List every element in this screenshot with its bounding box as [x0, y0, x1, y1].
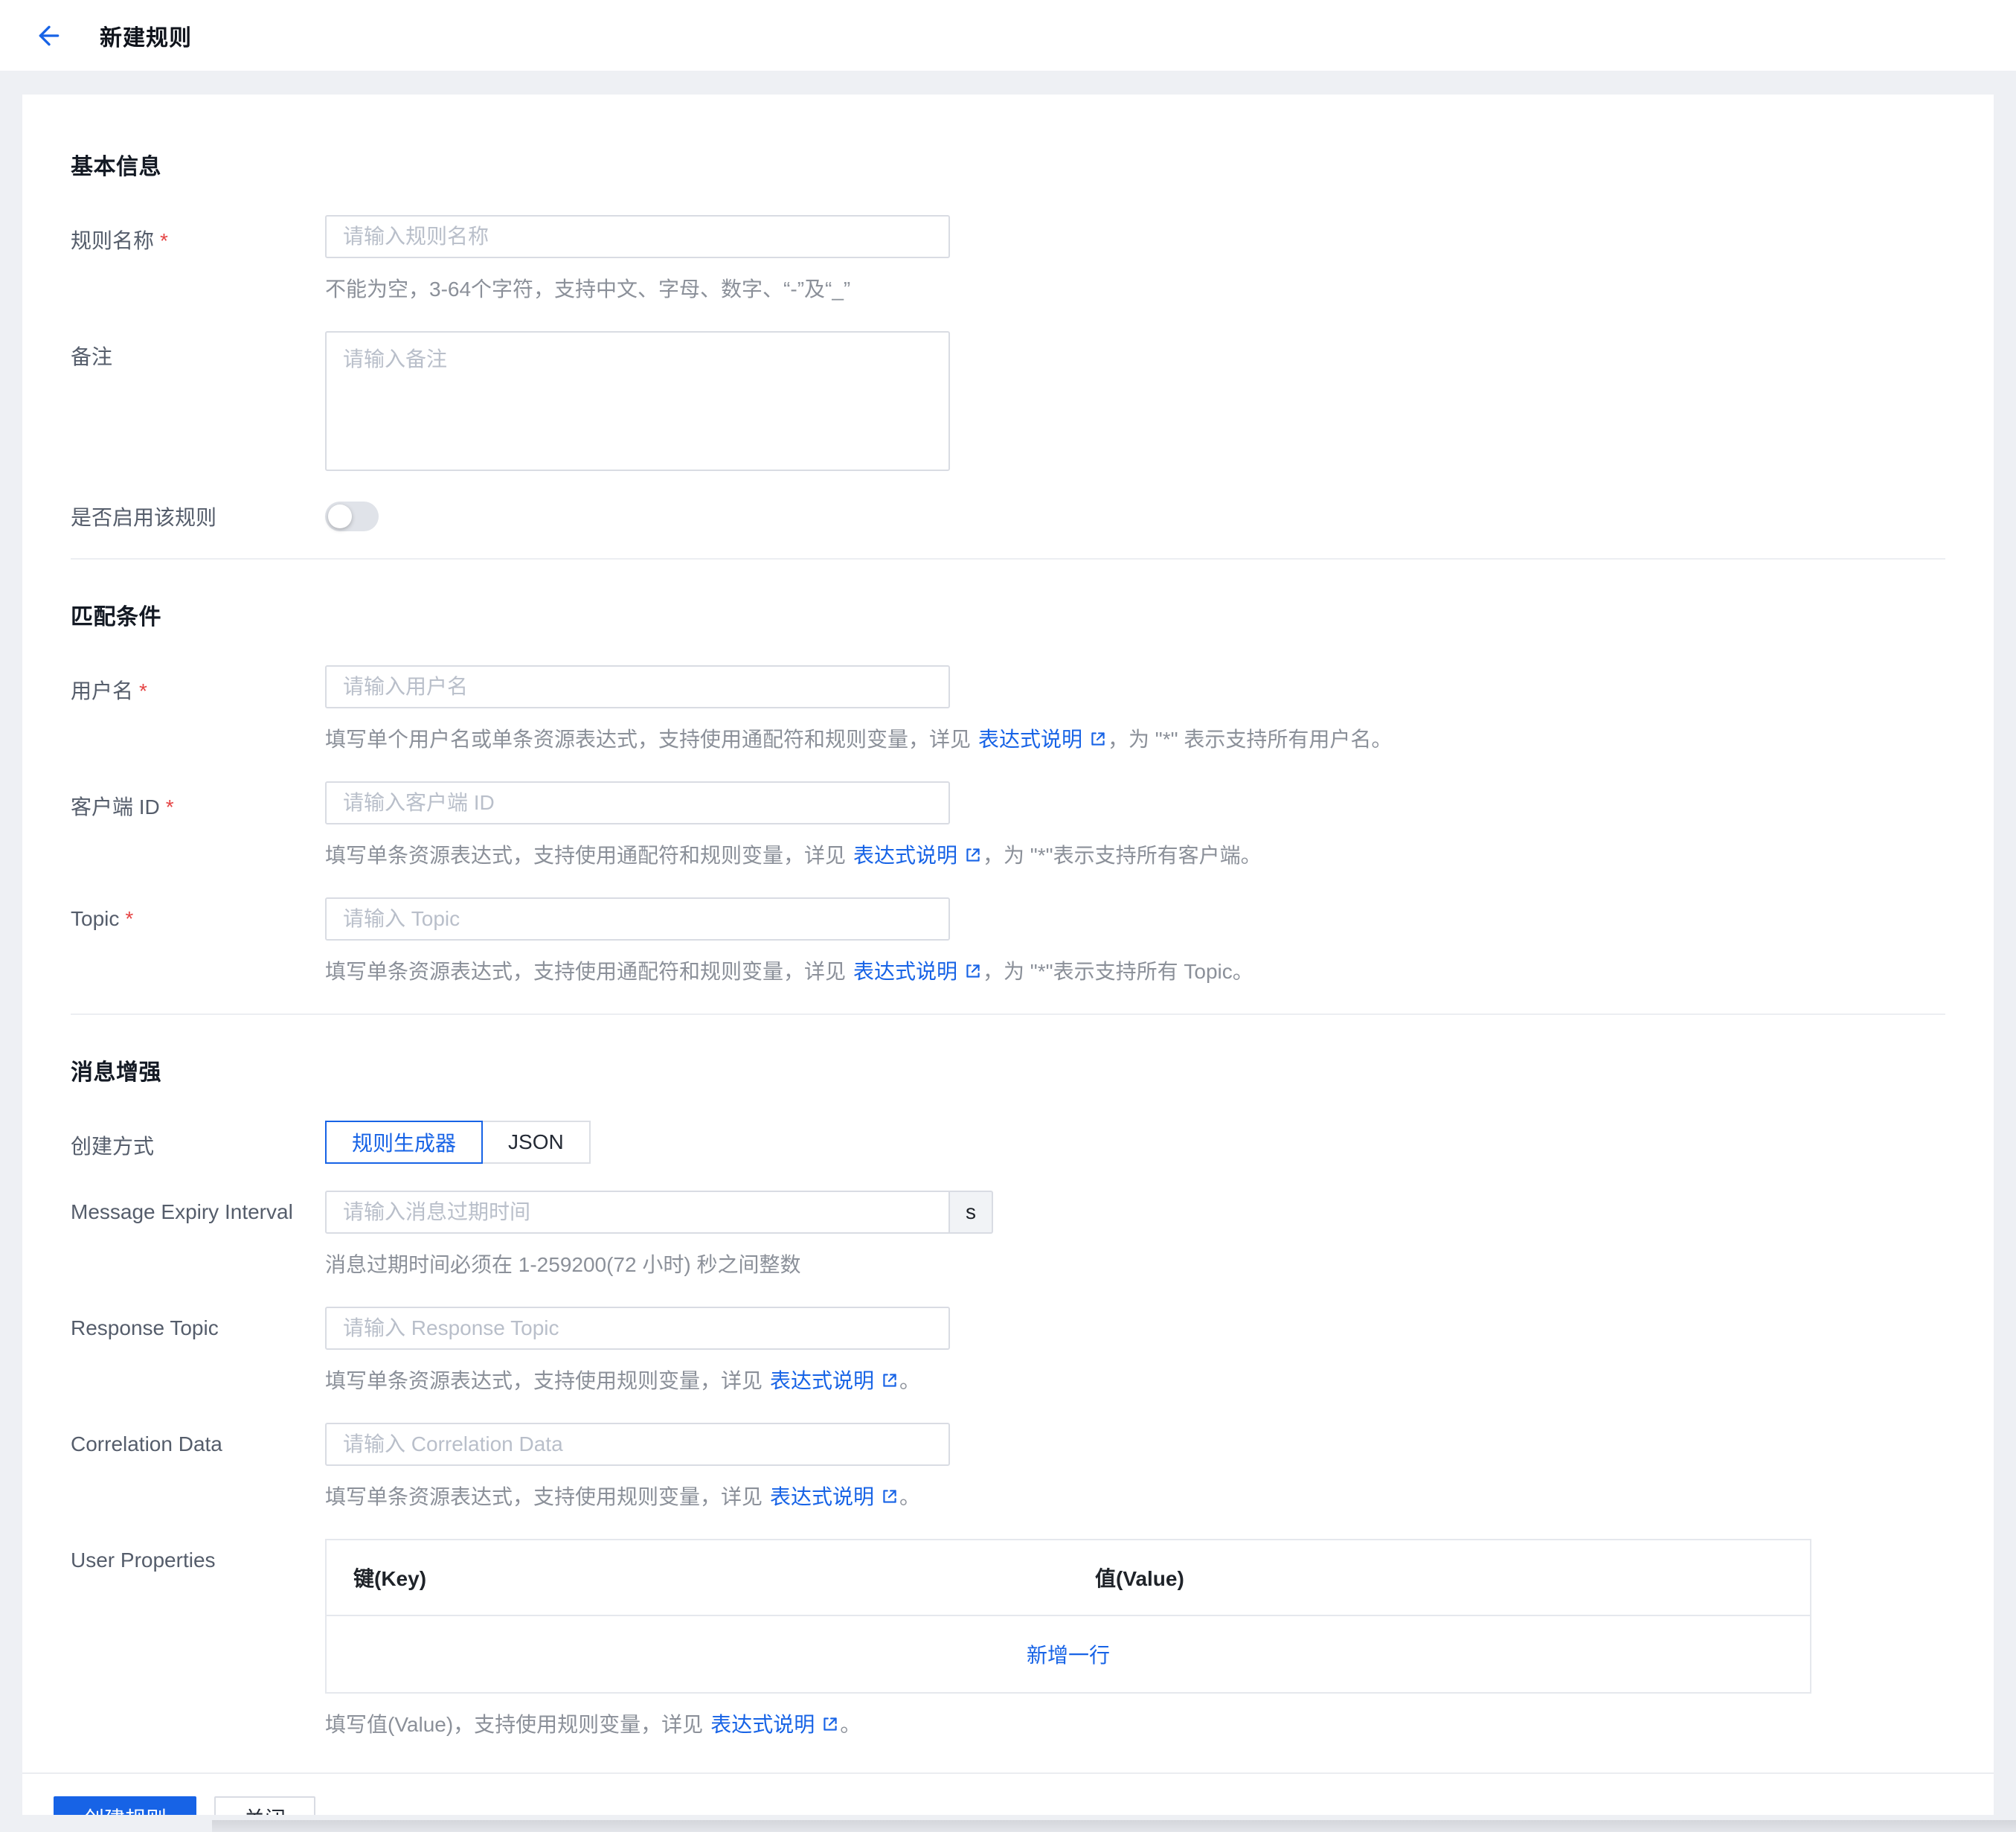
seconds-unit-suffix: s [950, 1191, 993, 1234]
correlation-data-row: Correlation Data 填写单条资源表达式，支持使用规则变量，详见表达… [71, 1423, 1945, 1512]
tab-rule-builder[interactable]: 规则生成器 [325, 1121, 484, 1164]
section-divider [71, 1013, 1945, 1015]
external-link-icon [883, 1490, 896, 1503]
rule-name-row: 规则名称* 不能为空，3-64个字符，支持中文、字母、数字、“-”及“_” [71, 215, 1945, 304]
page-title: 新建规则 [100, 25, 192, 51]
section-title-enhance: 消息增强 [71, 1060, 161, 1085]
topbar: 新建规则 [0, 0, 2016, 71]
close-button[interactable]: 关闭 [214, 1796, 316, 1815]
topic-label: Topic * [71, 907, 134, 930]
user-properties-helper: 填写值(Value)，支持使用规则变量，详见 表达式说明。 [325, 1713, 861, 1736]
rule-name-label: 规则名称 * [71, 229, 168, 252]
username-input[interactable] [325, 665, 950, 708]
required-asterisk: * [160, 229, 168, 252]
username-label: 用户名 * [71, 679, 147, 702]
expression-doc-link[interactable]: 表达式说明 [853, 960, 983, 983]
required-asterisk: * [139, 679, 147, 702]
user-properties-label: User Properties [71, 1548, 216, 1572]
username-helper: 填写单个用户名或单条资源表达式，支持使用通配符和规则变量，详见 表达式说明 ，为 "… [325, 728, 1393, 751]
external-link-icon [1091, 732, 1105, 746]
enable-rule-row: 是否启用该规则 [71, 502, 1945, 531]
user-properties-header: 键(Key) 值(Value) [327, 1540, 1810, 1615]
external-link-icon [883, 1374, 896, 1387]
creation-method-label: 创建方式 [71, 1135, 155, 1158]
response-topic-row: Response Topic 填写单条资源表达式，支持使用规则变量，详见表达式说… [71, 1307, 1945, 1396]
correlation-data-label: Correlation Data [71, 1432, 222, 1455]
client-id-helper: 填写单条资源表达式，支持使用通配符和规则变量，详见 表达式说明 ，为 "*"表示支持… [325, 844, 1262, 867]
form-footer: 创建规则 关闭 [22, 1772, 1994, 1815]
response-topic-label: Response Topic [71, 1316, 219, 1339]
enable-rule-toggle[interactable] [325, 502, 379, 531]
rule-name-helper: 不能为空，3-64个字符，支持中文、字母、数字、“-”及“_” [325, 278, 851, 301]
topic-helper: 填写单条资源表达式，支持使用通配符和规则变量，详见 表达式说明 ，为 "*"表示支持… [325, 960, 1253, 983]
enable-rule-label: 是否启用该规则 [71, 506, 217, 529]
user-properties-table: 键(Key) 值(Value) 新增一行 [325, 1539, 1811, 1694]
create-rule-button[interactable]: 创建规则 [54, 1796, 197, 1815]
value-column-header: 值(Value) [1095, 1567, 1184, 1590]
add-row-link[interactable]: 新增一行 [1027, 1639, 1110, 1669]
correlation-data-input[interactable] [325, 1423, 950, 1466]
remark-label: 备注 [71, 345, 113, 368]
page-body: 基本信息 规则名称* 不能为空，3-64个字符，支持中文、字母、数字、“-”及“… [0, 71, 2016, 1815]
username-row: 用户名* 填写单个用户名或单条资源表达式，支持使用通配符和规则变量，详见表达式说… [71, 665, 1945, 755]
message-expiry-input[interactable] [325, 1191, 950, 1234]
back-arrow-icon[interactable] [33, 19, 65, 52]
creation-method-tabs: 规则生成器 JSON [325, 1121, 1945, 1164]
client-id-label: 客户端 ID * [71, 795, 174, 819]
user-properties-row: User Properties 键(Key) 值(Value) 新增一行 填写值… [71, 1539, 1945, 1740]
client-id-row: 客户端 ID* 填写单条资源表达式，支持使用通配符和规则变量，详见表达式说明，为… [71, 781, 1945, 871]
required-asterisk: * [125, 907, 134, 930]
expression-doc-link[interactable]: 表达式说明 [710, 1713, 840, 1736]
message-expiry-row: Message Expiry Interval s 消息过期时间必须在 1-25… [71, 1191, 1945, 1280]
expression-doc-link[interactable]: 表达式说明 [853, 844, 983, 867]
external-link-icon [824, 1717, 837, 1731]
creation-method-row: 创建方式 规则生成器 JSON [71, 1121, 1945, 1164]
external-link-icon [966, 964, 980, 978]
remark-textarea[interactable] [325, 331, 950, 471]
tab-json[interactable]: JSON [481, 1121, 591, 1164]
topic-input[interactable] [325, 897, 950, 941]
topic-row: Topic* 填写单条资源表达式，支持使用通配符和规则变量，详见表达式说明，为 … [71, 897, 1945, 987]
expression-doc-link[interactable]: 表达式说明 [770, 1485, 899, 1508]
expression-doc-link[interactable]: 表达式说明 [978, 728, 1108, 751]
section-divider [71, 558, 1945, 560]
section-title-basic: 基本信息 [71, 155, 161, 179]
horizontal-scrollbar[interactable] [212, 1820, 2016, 1832]
message-expiry-helper: 消息过期时间必须在 1-259200(72 小时) 秒之间整数 [325, 1253, 801, 1276]
response-topic-input[interactable] [325, 1307, 950, 1350]
form-card: 基本信息 规则名称* 不能为空，3-64个字符，支持中文、字母、数字、“-”及“… [22, 95, 1994, 1815]
expression-doc-link[interactable]: 表达式说明 [770, 1369, 899, 1392]
remark-row: 备注 [71, 331, 1945, 475]
response-topic-helper: 填写单条资源表达式，支持使用规则变量，详见 表达式说明。 [325, 1369, 921, 1392]
required-asterisk: * [165, 795, 174, 819]
user-properties-empty-row: 新增一行 [327, 1615, 1810, 1692]
section-title-match: 匹配条件 [71, 605, 161, 630]
external-link-icon [966, 848, 980, 862]
client-id-input[interactable] [325, 781, 950, 824]
message-expiry-label: Message Expiry Interval [71, 1200, 293, 1223]
toggle-knob [328, 505, 352, 528]
correlation-data-helper: 填写单条资源表达式，支持使用规则变量，详见 表达式说明。 [325, 1485, 921, 1508]
key-column-header: 键(Key) [353, 1567, 427, 1590]
rule-name-input[interactable] [325, 215, 950, 258]
